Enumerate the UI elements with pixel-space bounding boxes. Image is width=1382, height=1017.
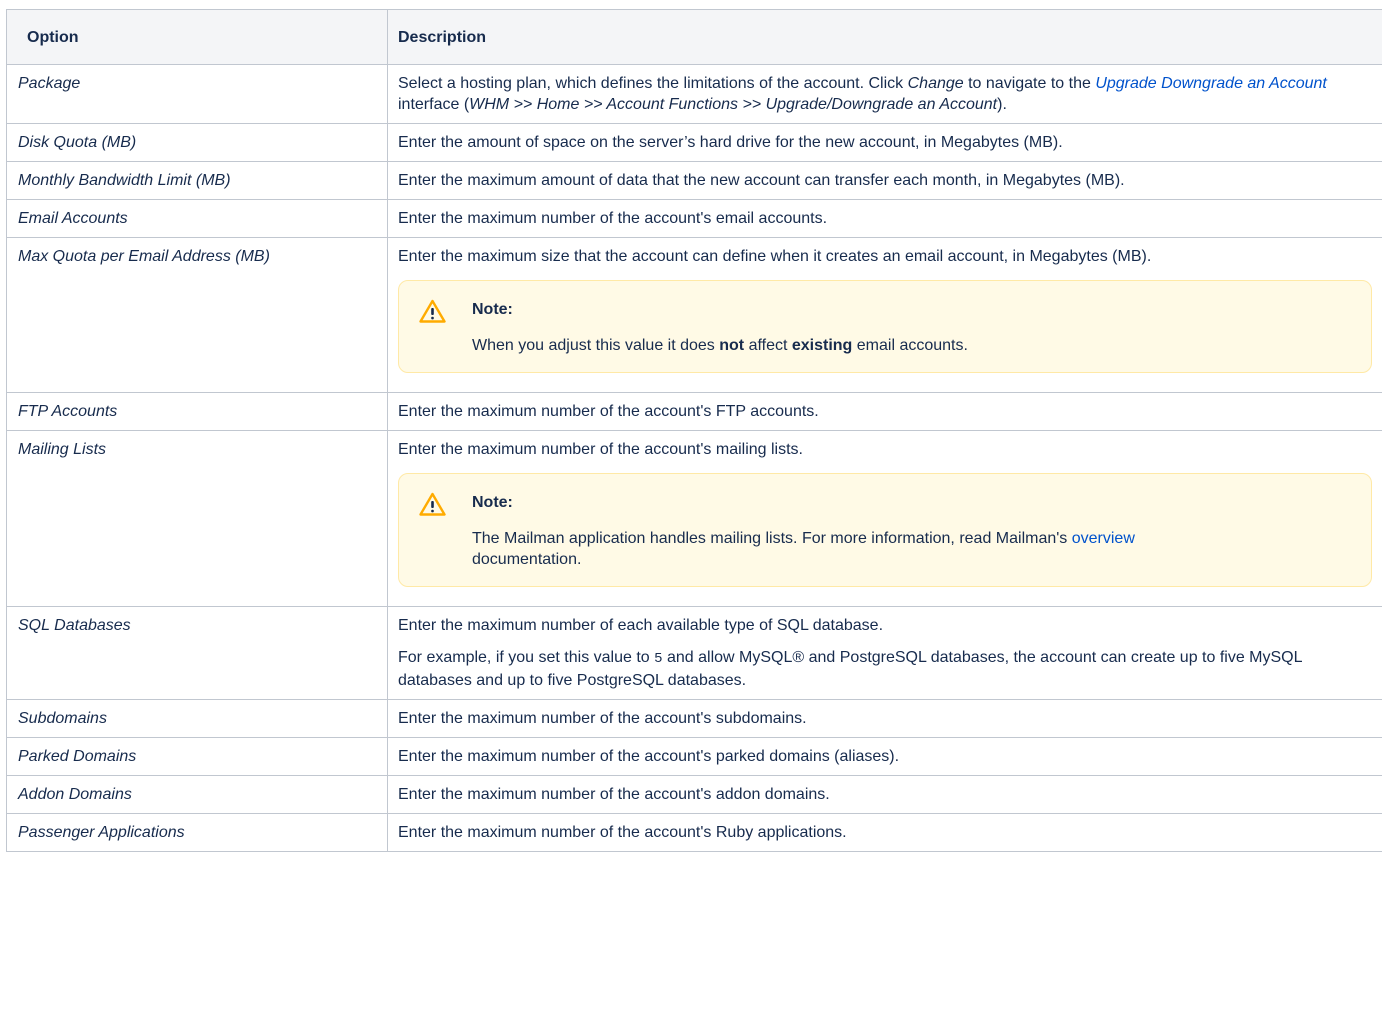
option-cell: SQL Databases: [6, 606, 388, 700]
description-cell: Enter the maximum number of the account'…: [387, 775, 1382, 814]
description-cell: Enter the maximum number of the account'…: [387, 813, 1382, 852]
option-cell: Passenger Applications: [6, 813, 388, 852]
table-row: Disk Quota (MB) Enter the amount of spac…: [6, 123, 1382, 162]
table-row: Package Select a hosting plan, which def…: [6, 64, 1382, 124]
navigation-path: WHM >> Home >> Account Functions >> Upgr…: [469, 96, 998, 113]
option-cell: Subdomains: [6, 699, 388, 738]
description-cell: Select a hosting plan, which defines the…: [387, 64, 1382, 124]
description-text: Enter the maximum size that the account …: [398, 248, 1152, 265]
table-row: FTP Accounts Enter the maximum number of…: [6, 392, 1382, 431]
note-panel: Note: When you adjust this value it does…: [398, 280, 1372, 373]
table-row: Parked Domains Enter the maximum number …: [6, 737, 1382, 776]
description-cell: Enter the maximum number of the account'…: [387, 430, 1382, 607]
table-row: Addon Domains Enter the maximum number o…: [6, 775, 1382, 814]
table-row: SQL Databases Enter the maximum number o…: [6, 606, 1382, 700]
text-span: documentation.: [472, 551, 582, 568]
note-body: The Mailman application handles mailing …: [472, 528, 1351, 570]
option-cell: Mailing Lists: [6, 430, 388, 607]
text-span: The Mailman application handles mailing …: [472, 530, 1072, 547]
description-text: Enter the maximum number of each availab…: [398, 617, 884, 634]
account-options-table: Option Description Package Select a host…: [6, 9, 1382, 852]
bold-text: existing: [791, 337, 853, 354]
description-cell: Enter the maximum number of the account'…: [387, 737, 1382, 776]
warning-icon: [419, 299, 446, 323]
note-title: Note:: [472, 301, 513, 318]
description-cell: Enter the maximum size that the account …: [387, 237, 1382, 393]
table-header-row: Option Description: [6, 9, 1382, 65]
option-cell: Monthly Bandwidth Limit (MB): [6, 161, 388, 200]
description-cell: Enter the maximum number of the account'…: [387, 699, 1382, 738]
option-cell: Disk Quota (MB): [6, 123, 388, 162]
option-cell: Package: [6, 64, 388, 124]
bold-text: not: [719, 337, 745, 354]
text-span: ).: [997, 96, 1007, 113]
description-cell: Enter the maximum amount of data that th…: [387, 161, 1382, 200]
note-body: When you adjust this value it does not a…: [472, 335, 1351, 356]
table-row: Passenger Applications Enter the maximum…: [6, 813, 1382, 852]
overview-link[interactable]: overview: [1072, 530, 1135, 547]
option-cell: Addon Domains: [6, 775, 388, 814]
text-span: affect: [744, 337, 792, 354]
text-span: Select a hosting plan, which defines the…: [398, 75, 908, 92]
code-value: 5: [654, 651, 663, 667]
table-row: Mailing Lists Enter the maximum number o…: [6, 430, 1382, 607]
table-row: Monthly Bandwidth Limit (MB) Enter the m…: [6, 161, 1382, 200]
warning-icon: [419, 492, 446, 516]
note-panel: Note: The Mailman application handles ma…: [398, 473, 1372, 587]
text-span: interface (: [398, 96, 470, 113]
description-cell: Enter the maximum number of the account'…: [387, 199, 1382, 238]
option-cell: Parked Domains: [6, 737, 388, 776]
description-cell: Enter the amount of space on the server’…: [387, 123, 1382, 162]
description-cell: Enter the maximum number of each availab…: [387, 606, 1382, 700]
change-term: Change: [907, 75, 964, 92]
description-column-header: Description: [387, 9, 1382, 65]
text-span: to navigate to the: [963, 75, 1096, 92]
option-cell: Email Accounts: [6, 199, 388, 238]
text-span: email accounts.: [852, 337, 968, 354]
upgrade-downgrade-link[interactable]: Upgrade Downgrade an Account: [1095, 75, 1327, 92]
example-text: For example, if you set this value to 5 …: [398, 647, 1372, 691]
note-title: Note:: [472, 494, 513, 511]
option-cell: Max Quota per Email Address (MB): [6, 237, 388, 393]
text-span: When you adjust this value it does: [472, 337, 720, 354]
description-text: Select a hosting plan, which defines the…: [398, 73, 1372, 115]
table-row: Max Quota per Email Address (MB) Enter t…: [6, 237, 1382, 393]
text-span: For example, if you set this value to: [398, 649, 655, 666]
option-cell: FTP Accounts: [6, 392, 388, 431]
description-text: Enter the maximum number of the account'…: [398, 441, 803, 458]
description-cell: Enter the maximum number of the account'…: [387, 392, 1382, 431]
option-column-header: Option: [6, 9, 388, 65]
table-row: Subdomains Enter the maximum number of t…: [6, 699, 1382, 738]
table-row: Email Accounts Enter the maximum number …: [6, 199, 1382, 238]
